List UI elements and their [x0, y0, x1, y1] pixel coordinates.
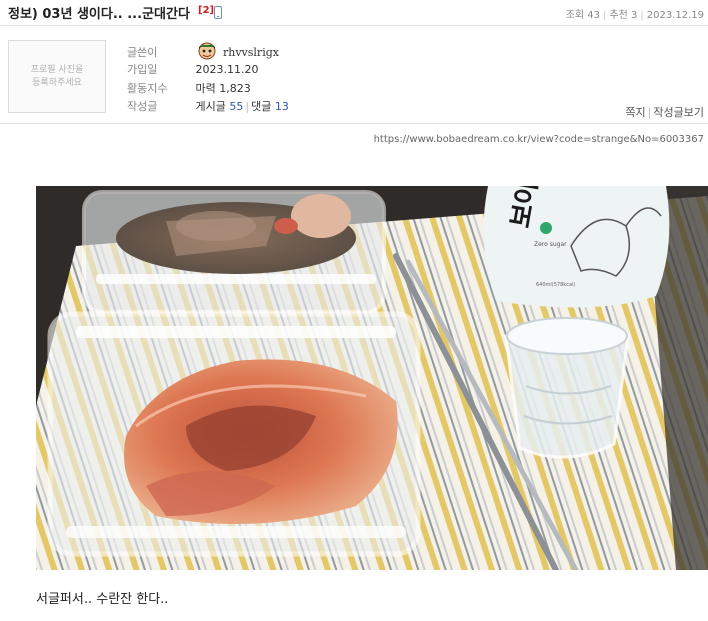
profile-photo-placeholder: 프로필 사진을 등록하주세요 — [8, 40, 106, 113]
recommend-count: 추천 3 — [609, 10, 638, 21]
top-food-container — [82, 190, 386, 314]
posts-count[interactable]: 55 — [229, 100, 243, 113]
post-caption: 서글퍼서.. 수란잔 한다.. — [36, 592, 169, 607]
post-title: 정보) 03년 생이다.. ...군대간다 — [8, 7, 190, 22]
view-posts-link[interactable]: 작성글보기 — [653, 106, 704, 119]
soju-glass — [504, 317, 630, 459]
comments-count[interactable]: 13 — [275, 100, 289, 113]
info-row-joined: 가입일 2023.11.20 — [127, 61, 258, 79]
activity-label: 활동지수 — [127, 82, 168, 95]
author-label: 글쓴이 — [127, 46, 158, 59]
profile-photo-text: 프로필 사진을 등록하주세요 — [30, 64, 84, 88]
view-count: 조회 43 — [565, 10, 601, 21]
comment-count-badge[interactable]: [2] — [198, 5, 214, 16]
posts-label[interactable]: 게시글 — [196, 100, 226, 113]
message-link[interactable]: 쪽지 — [625, 106, 645, 119]
mobile-icon — [214, 6, 222, 19]
bottle-small-text: Zero sugar — [534, 241, 567, 248]
activity-value: 마력 1,823 — [195, 82, 251, 95]
bottom-food-container — [47, 311, 421, 557]
user-avatar-icon — [198, 42, 215, 60]
post-title-bar: 정보) 03년 생이다.. ...군대간다 [2] 조회 43 | 추천 3 | 202… — [0, 0, 708, 26]
post-date: 2023.12.19 — [646, 10, 704, 21]
joined-label: 가입일 — [127, 63, 158, 76]
info-row-author: 글쓴이 rhvvslrigx — [127, 40, 279, 60]
post-photo: 보야 Zero sugar 640ml(578kcal) — [36, 186, 708, 570]
comments-label[interactable]: 댓글 — [251, 100, 271, 113]
info-row-activity: 활동지수 마력 1,823 — [127, 80, 251, 98]
author-nickname[interactable]: rhvvslrigx — [223, 46, 279, 59]
info-row-writings: 작성글 게시글 55 | 댓글 13 — [127, 98, 289, 116]
post-meta: 조회 43 | 추천 3 | 2023.12.19 — [565, 10, 704, 21]
post-url[interactable]: https://www.bobaedream.co.kr/view?code=s… — [374, 134, 704, 145]
profile-links: 쪽지 | 작성글보기 — [625, 106, 704, 119]
bottle-volume-text: 640ml(578kcal) — [536, 282, 575, 288]
soju-bottle: 보야 Zero sugar 640ml(578kcal) — [483, 186, 670, 308]
author-profile-box: 프로필 사진을 등록하주세요 글쓴이 rhvvslrigx 가입일 2023.1… — [0, 32, 708, 124]
writings-label: 작성글 — [127, 100, 158, 113]
joined-date: 2023.11.20 — [195, 63, 259, 76]
